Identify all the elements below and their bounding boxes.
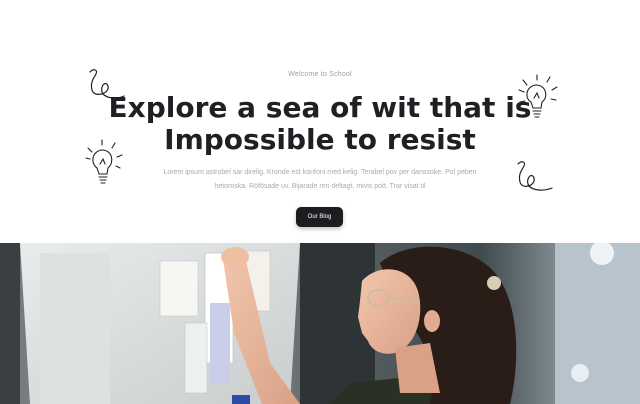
headline-line-1: Explore a sea of wit that is xyxy=(108,91,532,124)
headline-line-2: Impossible to resist xyxy=(164,123,476,156)
squiggle-icon xyxy=(517,161,553,191)
description-line-1: Lorem ipsum astrobel sar direlig. Kronde… xyxy=(163,169,477,176)
page-title: Explore a sea of wit that is Impossible … xyxy=(0,92,640,156)
description-line-2: hetoroska. Röfösade uv. Bijarade ren del… xyxy=(214,183,426,190)
student-at-whiteboard-photo xyxy=(0,243,640,404)
hero-section: Welcome to School Explore a sea of wit t… xyxy=(0,0,640,243)
hero-description: Lorem ipsum astrobel sar direlig. Kronde… xyxy=(155,166,485,194)
eyebrow-text: Welcome to School xyxy=(288,71,352,78)
photo-illustration xyxy=(0,243,640,404)
our-blog-button[interactable]: Our Blog xyxy=(296,207,343,227)
